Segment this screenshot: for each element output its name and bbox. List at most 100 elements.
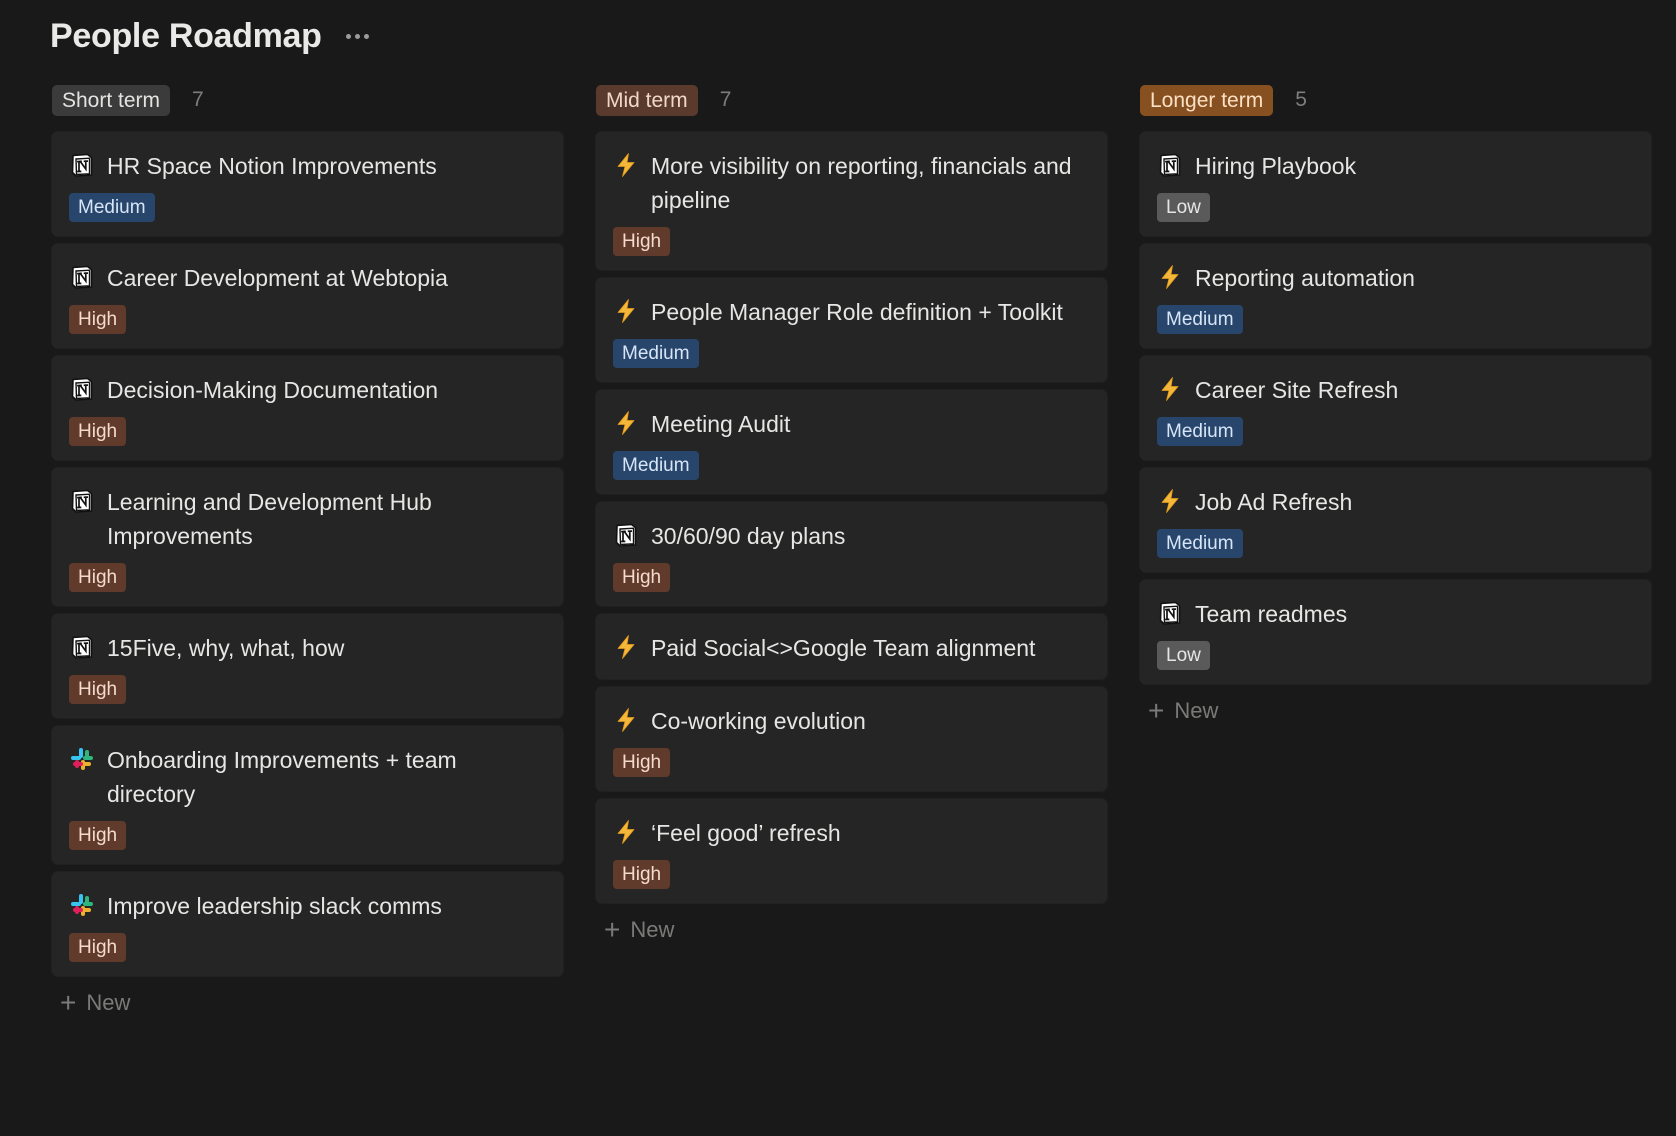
card-title-row: Onboarding Improvements + team directory <box>69 743 546 811</box>
card-title-row: Team readmes <box>1157 597 1634 631</box>
roadmap-card[interactable]: More visibility on reporting, financials… <box>596 132 1107 270</box>
badge-row: High <box>613 738 1090 777</box>
slack-icon <box>69 892 95 918</box>
card-title: Team readmes <box>1195 601 1348 627</box>
roadmap-card[interactable]: People Manager Role definition + Toolkit… <box>596 278 1107 382</box>
column-header: Mid term 7 <box>596 84 1107 116</box>
badge-row: Medium <box>613 441 1090 480</box>
notion-icon <box>1157 152 1183 178</box>
priority-badge: High <box>69 563 127 592</box>
lightning-icon <box>613 707 639 733</box>
priority-badge: High <box>69 933 127 962</box>
card-title: Job Ad Refresh <box>1195 489 1353 515</box>
card-title-row: Paid Social<>Google Team alignment <box>613 631 1090 665</box>
card-title-row: 15Five, why, what, how <box>69 631 546 665</box>
roadmap-card[interactable]: Career Development at Webtopia High <box>52 244 563 348</box>
card-title-row: ‘Feel good’ refresh <box>613 816 1090 850</box>
badge-row: Medium <box>613 329 1090 368</box>
card-title: 30/60/90 day plans <box>651 523 846 549</box>
notion-icon <box>69 376 95 402</box>
new-card-button[interactable]: + New <box>52 986 563 1020</box>
priority-badge: Medium <box>1157 417 1243 446</box>
more-horizontal-icon[interactable] <box>342 28 373 45</box>
column-label[interactable]: Longer term <box>1140 84 1274 116</box>
roadmap-card[interactable]: Co-working evolution High <box>596 687 1107 791</box>
badge-row: High <box>613 850 1090 889</box>
roadmap-card[interactable]: Paid Social<>Google Team alignment <box>596 614 1107 679</box>
lightning-icon <box>613 410 639 436</box>
card-title: Co-working evolution <box>651 708 866 734</box>
plus-icon: + <box>1148 695 1165 726</box>
badge-row: High <box>69 295 546 334</box>
priority-badge: High <box>613 563 671 592</box>
roadmap-card[interactable]: Meeting Audit Medium <box>596 390 1107 494</box>
priority-badge: High <box>69 821 127 850</box>
roadmap-card[interactable]: Job Ad Refresh Medium <box>1140 468 1651 572</box>
roadmap-card[interactable]: 30/60/90 day plans High <box>596 502 1107 606</box>
card-title-row: People Manager Role definition + Toolkit <box>613 295 1090 329</box>
card-title: Improve leadership slack comms <box>107 893 442 919</box>
priority-badge: Medium <box>1157 305 1243 334</box>
card-title: Decision-Making Documentation <box>107 377 439 403</box>
card-title: Onboarding Improvements + team directory <box>107 747 457 807</box>
card-title-row: Career Site Refresh <box>1157 373 1634 407</box>
page-header: People Roadmap <box>50 14 373 58</box>
card-title: Learning and Development Hub Improvement… <box>107 489 432 549</box>
lightning-icon <box>1157 376 1183 402</box>
lightning-icon <box>1157 264 1183 290</box>
roadmap-card[interactable]: HR Space Notion Improvements Medium <box>52 132 563 236</box>
roadmap-card[interactable]: Reporting automation Medium <box>1140 244 1651 348</box>
column-label[interactable]: Short term <box>52 84 171 116</box>
new-card-label: New <box>86 990 131 1015</box>
notion-icon <box>613 522 639 548</box>
roadmap-card[interactable]: 15Five, why, what, how High <box>52 614 563 718</box>
lightning-icon <box>613 819 639 845</box>
notion-icon <box>69 634 95 660</box>
new-card-button[interactable]: + New <box>1140 694 1651 728</box>
badge-row: Medium <box>69 183 546 222</box>
card-title: ‘Feel good’ refresh <box>651 820 841 846</box>
kanban-board: Short term 7 HR Space Notion Improvements M… <box>52 84 1651 1020</box>
card-title: HR Space Notion Improvements <box>107 153 437 179</box>
column-count: 7 <box>192 88 204 111</box>
priority-badge: High <box>613 227 671 256</box>
roadmap-card[interactable]: Improve leadership slack comms High <box>52 872 563 976</box>
roadmap-card[interactable]: Hiring Playbook Low <box>1140 132 1651 236</box>
priority-badge: High <box>69 417 127 446</box>
roadmap-card[interactable]: Team readmes Low <box>1140 580 1651 684</box>
badge-row: Low <box>1157 631 1634 670</box>
card-title: Paid Social<>Google Team alignment <box>651 635 1036 661</box>
priority-badge: Medium <box>613 451 699 480</box>
notion-icon <box>1157 600 1183 626</box>
roadmap-card[interactable]: ‘Feel good’ refresh High <box>596 799 1107 903</box>
new-card-button[interactable]: + New <box>596 913 1107 947</box>
card-title-row: Decision-Making Documentation <box>69 373 546 407</box>
roadmap-card[interactable]: Decision-Making Documentation High <box>52 356 563 460</box>
priority-badge: Medium <box>613 339 699 368</box>
badge-row: Medium <box>1157 295 1634 334</box>
page-title[interactable]: People Roadmap <box>50 17 322 56</box>
card-title-row: Improve leadership slack comms <box>69 889 546 923</box>
card-title-row: Co-working evolution <box>613 704 1090 738</box>
badge-row: High <box>69 923 546 962</box>
notion-icon <box>69 488 95 514</box>
column-short-term: Short term 7 HR Space Notion Improvements M… <box>52 84 563 1020</box>
notion-icon <box>69 264 95 290</box>
card-title: Career Site Refresh <box>1195 377 1399 403</box>
roadmap-card[interactable]: Learning and Development Hub Improvement… <box>52 468 563 606</box>
badge-row: High <box>69 407 546 446</box>
lightning-icon <box>613 298 639 324</box>
card-title-row: Reporting automation <box>1157 261 1634 295</box>
new-card-label: New <box>1174 698 1219 723</box>
roadmap-card[interactable]: Career Site Refresh Medium <box>1140 356 1651 460</box>
card-title-row: HR Space Notion Improvements <box>69 149 546 183</box>
slack-icon <box>69 746 95 772</box>
lightning-icon <box>613 634 639 660</box>
badge-row: Medium <box>1157 407 1634 446</box>
column-label[interactable]: Mid term <box>596 84 698 116</box>
card-title: More visibility on reporting, financials… <box>651 153 1072 213</box>
card-title: Hiring Playbook <box>1195 153 1357 179</box>
priority-badge: Low <box>1157 641 1210 670</box>
roadmap-card[interactable]: Onboarding Improvements + team directory… <box>52 726 563 864</box>
card-title-row: Career Development at Webtopia <box>69 261 546 295</box>
